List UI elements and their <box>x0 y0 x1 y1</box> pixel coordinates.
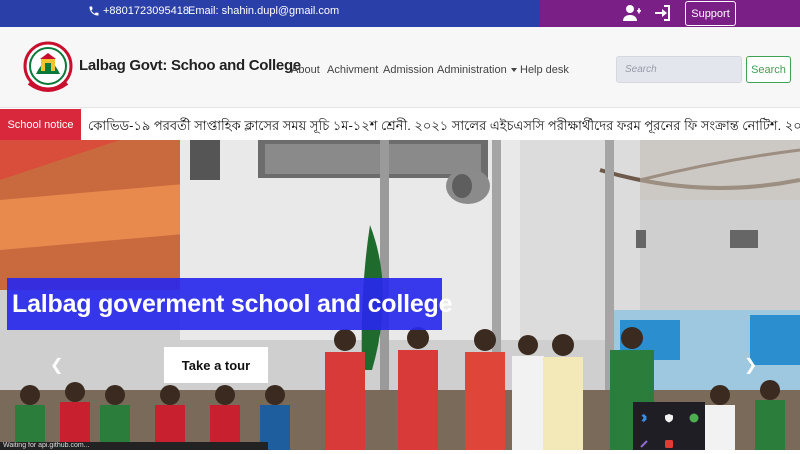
bluetooth-icon[interactable] <box>639 410 649 423</box>
email-contact: Email: shahin.dupl@gmail.com <box>188 5 340 17</box>
stylus-icon[interactable] <box>639 436 649 448</box>
sign-in-icon[interactable] <box>654 4 674 22</box>
main-navbar: Lalbag Govt: Schoo and College About Ach… <box>0 27 800 108</box>
nav-administration[interactable]: Administration <box>437 64 517 76</box>
brand-name[interactable]: Lalbag Govt: Schoo and College <box>79 57 301 74</box>
app-red-icon[interactable] <box>664 436 674 448</box>
nav-admission[interactable]: Admission <box>383 64 434 76</box>
phone-icon <box>88 5 100 17</box>
security-shield-icon[interactable] <box>664 410 674 423</box>
school-logo[interactable] <box>23 39 73 97</box>
browser-status-text: Waiting for api.github.com... <box>0 442 268 450</box>
carousel-next-icon[interactable]: ❯ <box>744 355 757 375</box>
notice-label: School notice <box>0 109 81 140</box>
nav-about[interactable]: About <box>291 64 320 76</box>
caret-down-icon <box>510 68 517 73</box>
nav-achivment[interactable]: Achivment <box>327 64 378 76</box>
search-button[interactable]: Search <box>746 56 791 83</box>
notice-ticker: School notice কোভিড-১৯ পরবর্তী সাপ্তাহিক… <box>0 109 800 140</box>
phone-contact: +8801723095418 <box>88 5 189 17</box>
carousel-prev-icon[interactable]: ❮ <box>50 355 63 375</box>
system-tray-popup <box>633 402 705 450</box>
top-contact-bar: +8801723095418 Email: shahin.dupl@gmail.… <box>0 0 800 27</box>
hero-title: Lalbag goverment school and college <box>7 278 453 330</box>
nav-administration-label: Administration <box>437 64 507 76</box>
add-user-icon[interactable] <box>622 4 642 22</box>
support-button[interactable]: Support <box>685 1 736 26</box>
notice-marquee-text[interactable]: কোভিড-১৯ পরবর্তী সাপ্তাহিক ক্লাসের সময় … <box>88 117 800 138</box>
take-a-tour-button[interactable]: Take a tour <box>164 347 268 383</box>
search-input[interactable] <box>616 56 742 83</box>
phone-number: +8801723095418 <box>103 5 189 17</box>
app-green-icon[interactable] <box>689 410 699 423</box>
nav-help-desk[interactable]: Help desk <box>520 64 569 76</box>
